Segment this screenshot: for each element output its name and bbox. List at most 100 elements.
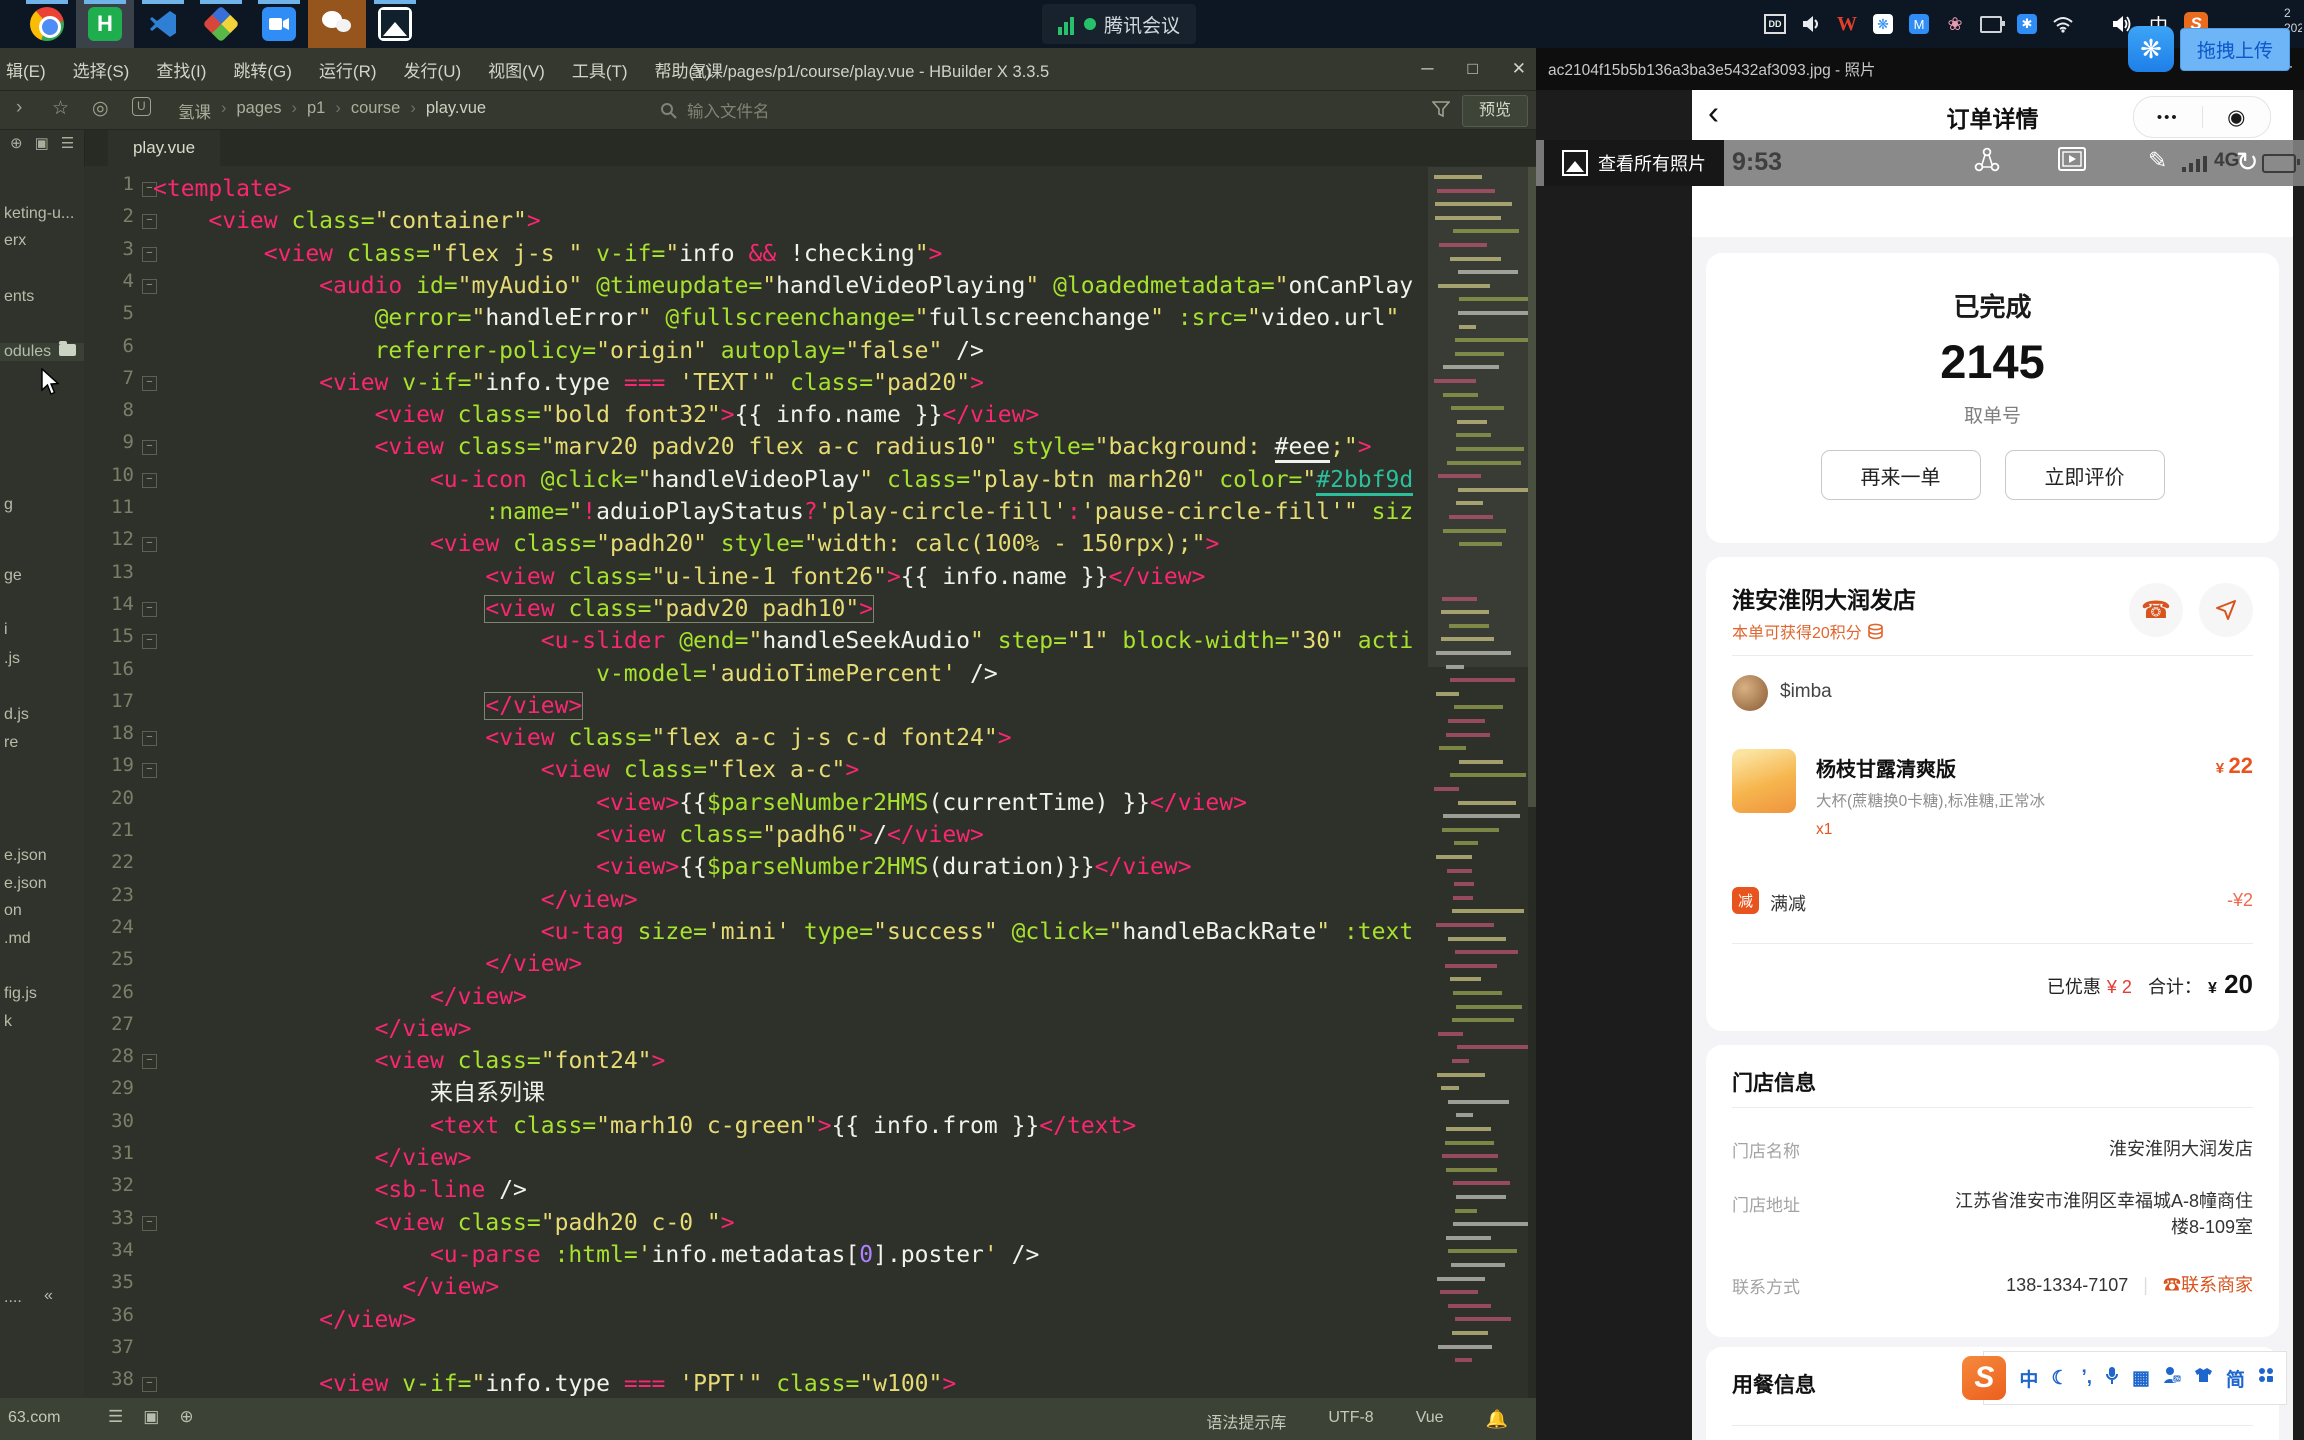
taskbar-app4[interactable] (192, 0, 250, 48)
explorer-item[interactable]: on (4, 902, 22, 920)
hbuilder-statusbar: 63.com ☰ ▣ ⊕ 语法提示库 UTF-8 Vue 🔔 (0, 1398, 1536, 1440)
outline-icon[interactable]: ☰ (108, 1407, 123, 1427)
menu-item-1[interactable]: 选择(S) (73, 57, 130, 82)
breadcrumb-氢课[interactable]: 氢课 (178, 99, 211, 123)
explorer-item[interactable]: e.json (4, 847, 47, 865)
editor-scrollbar[interactable] (1528, 167, 1536, 1404)
explorer-item[interactable]: .md (4, 930, 31, 948)
menu-item-4[interactable]: 运行(R) (319, 57, 377, 82)
console-icon[interactable]: ▣ (143, 1407, 159, 1427)
scrollbar-thumb[interactable] (1528, 167, 1536, 807)
tab-play-vue[interactable]: play.vue (108, 130, 220, 166)
run-icon[interactable]: ◎ (92, 97, 109, 120)
account-label[interactable]: 63.com (8, 1409, 60, 1427)
share-icon[interactable] (1974, 147, 2000, 179)
edit-pencil-icon[interactable]: ✎ (2148, 147, 2167, 174)
breadcrumb-pages[interactable]: pages (237, 99, 282, 123)
taskbar-wechat[interactable] (308, 0, 366, 48)
preview-button[interactable]: 预览 (1462, 95, 1528, 127)
meeting-tray-icon[interactable]: M (1909, 14, 1929, 34)
minimap-line (1442, 827, 1499, 832)
status-UTF-8[interactable]: UTF-8 (1328, 1409, 1373, 1433)
explorer-panel-icon[interactable]: ▣ (35, 134, 49, 152)
explorer-item[interactable]: i (4, 621, 8, 639)
menu-item-5[interactable]: 发行(U) (404, 57, 462, 82)
slideshow-icon[interactable] (2058, 147, 2086, 177)
taskbar-photos[interactable] (366, 0, 424, 48)
maximize-button[interactable]: □ (1467, 59, 1477, 79)
battery-icon[interactable] (1980, 13, 2005, 35)
menu-item-6[interactable]: 视图(V) (488, 57, 545, 82)
minimize-button[interactable]: ─ (1421, 59, 1433, 79)
tim-icon[interactable]: ✱ (2017, 14, 2037, 34)
status-语法提示库[interactable]: 语法提示库 (1206, 1409, 1286, 1433)
breadcrumb-p1[interactable]: p1 (307, 99, 325, 123)
filter-icon[interactable] (1431, 101, 1451, 122)
globe-icon[interactable]: ⊕ (179, 1407, 193, 1427)
menu-item-2[interactable]: 查找(I) (156, 57, 206, 82)
status-Vue[interactable]: Vue (1416, 1409, 1444, 1433)
flower-icon[interactable]: ❀ (1944, 13, 1966, 35)
line-number: 2 (122, 205, 134, 228)
minimap[interactable] (1428, 167, 1528, 1404)
explorer-item[interactable]: d.js (4, 706, 29, 724)
breadcrumb-play.vue[interactable]: play.vue (426, 99, 486, 123)
explorer-item[interactable]: odules (0, 341, 84, 361)
minimap-line (1458, 270, 1518, 275)
pickup-number: 2145 (1940, 335, 2045, 388)
product-price: ¥ 22 (2215, 753, 2253, 778)
view-all-photos-button[interactable]: 查看所有照片 (1544, 140, 1724, 186)
explorer-item[interactable]: ge (4, 567, 22, 585)
minimap-line (1450, 678, 1515, 683)
rotate-icon[interactable]: ↻ (2236, 147, 2259, 178)
running-indicator (84, 0, 126, 4)
code-editor[interactable]: 1− <template> 2− <view class="container"> 3… (84, 167, 1428, 1404)
minimap-line (1458, 487, 1528, 492)
wps-icon[interactable]: W (1836, 13, 1858, 35)
explorer-more[interactable]: « (44, 1287, 53, 1305)
ime-grid-icon (2258, 1367, 2274, 1389)
explorer-item[interactable]: k (4, 1013, 12, 1031)
weiyun-icon[interactable]: ❋ (1873, 14, 1893, 34)
taskbar-vscode[interactable] (134, 0, 192, 48)
explorer-add-icon[interactable]: ⊕ (10, 134, 23, 152)
taskbar-meeting[interactable] (250, 0, 308, 48)
forward-icon[interactable]: › (16, 97, 22, 119)
menu-item-3[interactable]: 跳转(G) (233, 57, 292, 82)
menu-item-7[interactable]: 工具(T) (572, 57, 628, 82)
code-line: <view class="flex j-s " v-if="info && !c… (263, 240, 943, 267)
dolby-icon[interactable]: DD (1764, 14, 1786, 34)
line-number: 23 (111, 883, 134, 906)
announcer-icon[interactable] (1800, 13, 1822, 35)
taskbar-chrome[interactable] (18, 0, 76, 48)
star-icon[interactable]: ☆ (52, 97, 69, 120)
minimap-line (1436, 923, 1494, 927)
explorer-item[interactable]: keting-u... (4, 205, 74, 223)
more-dots-icon: ••• (2156, 108, 2179, 126)
notification-bell-icon[interactable]: 🔔 (1486, 1409, 1508, 1433)
wifi-icon[interactable] (2052, 13, 2074, 35)
explorer-item[interactable]: .... (4, 1289, 22, 1307)
explorer-menu-icon[interactable]: ☰ (61, 134, 74, 152)
navigate-icon (2216, 600, 2236, 620)
meeting-status-pill[interactable]: 腾讯会议 (1042, 4, 1197, 44)
explorer-item[interactable]: .js (4, 650, 20, 668)
taskbar-hbuilderx[interactable]: H (76, 0, 134, 48)
drag-upload-tooltip[interactable]: ❋ 拖拽上传 (2127, 26, 2290, 72)
breadcrumb-course[interactable]: course (351, 99, 401, 123)
explorer-item[interactable]: ents (4, 288, 34, 306)
explorer-item[interactable]: e.json (4, 875, 47, 893)
phone-icon: ☎ (2163, 1275, 2181, 1295)
explorer-item[interactable]: g (4, 496, 13, 514)
explorer-item[interactable]: re (4, 734, 18, 752)
minimap-line (1453, 1222, 1528, 1227)
explorer-item[interactable]: fig.js (4, 985, 37, 1003)
device-icon[interactable]: U (132, 97, 151, 116)
total-amount: 20 (2224, 969, 2253, 999)
meal-info-card: 用餐信息 S 中 ☾ ’, ▦ 26 简 (1706, 1347, 2287, 1440)
close-button[interactable]: ✕ (1512, 59, 1526, 79)
file-search-input[interactable]: 输入文件名 (660, 98, 770, 122)
menu-item-0[interactable]: 辑(E) (6, 57, 46, 82)
explorer-item[interactable]: erx (4, 232, 26, 250)
svg-text:26: 26 (2174, 1377, 2180, 1383)
